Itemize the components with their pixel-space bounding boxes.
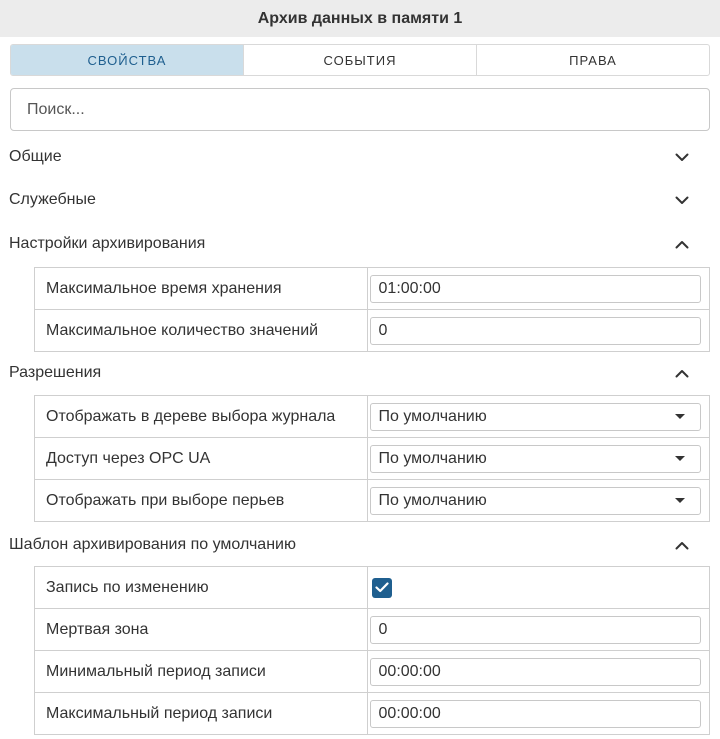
section-archiving-header[interactable]: Настройки архивирования bbox=[0, 229, 720, 259]
property-row: Минимальный период записи bbox=[35, 651, 710, 693]
property-label: Запись по изменению bbox=[35, 567, 368, 608]
section-general-header[interactable]: Общие bbox=[0, 142, 720, 172]
caret-down-icon bbox=[674, 456, 685, 461]
chevron-down-icon[interactable] bbox=[674, 149, 690, 165]
property-label: Отображать в дереве выбора журнала bbox=[35, 396, 368, 437]
caret-down-icon bbox=[674, 498, 685, 503]
show-in-pen-selection-select[interactable]: По умолчанию bbox=[369, 486, 701, 515]
max-values-count-field[interactable] bbox=[369, 316, 701, 345]
property-label: Максимальное количество значений bbox=[35, 310, 368, 351]
template-properties-grid: Запись по изменению Мертвая зона Минимал… bbox=[34, 566, 710, 735]
section-archiving-title: Настройки архивирования bbox=[9, 235, 206, 252]
search-input[interactable] bbox=[10, 88, 710, 131]
show-in-journal-tree-select[interactable]: По умолчанию bbox=[369, 402, 701, 431]
deadband-field[interactable] bbox=[369, 615, 701, 644]
section-template-title: Шаблон архивирования по умолчанию bbox=[9, 536, 296, 553]
chevron-down-icon[interactable] bbox=[674, 192, 690, 208]
max-record-period-field[interactable] bbox=[369, 699, 701, 728]
property-label: Отображать при выборе перьев bbox=[35, 480, 368, 521]
property-label: Максимальное время хранения bbox=[35, 268, 368, 309]
record-on-change-checkbox[interactable] bbox=[371, 577, 392, 598]
section-service-title: Служебные bbox=[9, 191, 96, 208]
property-row: Запись по изменению bbox=[35, 567, 710, 609]
property-row: Отображать при выборе перьев По умолчани… bbox=[35, 480, 710, 522]
section-service-header[interactable]: Служебные bbox=[0, 185, 720, 215]
property-row: Максимальный период записи bbox=[35, 693, 710, 735]
chevron-up-icon[interactable] bbox=[674, 537, 690, 553]
max-storage-time-field[interactable] bbox=[369, 274, 701, 303]
select-value: По умолчанию bbox=[378, 449, 487, 467]
chevron-up-icon[interactable] bbox=[674, 365, 690, 381]
opc-ua-access-select[interactable]: По умолчанию bbox=[369, 444, 701, 473]
tab-bar: СВОЙСТВА СОБЫТИЯ ПРАВА bbox=[10, 44, 710, 76]
property-row: Максимальное количество значений bbox=[35, 310, 710, 352]
property-label: Доступ через OPC UA bbox=[35, 438, 368, 479]
section-permissions-header[interactable]: Разрешения bbox=[0, 358, 720, 388]
property-row: Отображать в дереве выбора журнала По ум… bbox=[35, 396, 710, 438]
section-template-header[interactable]: Шаблон архивирования по умолчанию bbox=[0, 530, 720, 560]
property-label: Минимальный период записи bbox=[35, 651, 368, 692]
property-label: Максимальный период записи bbox=[35, 693, 368, 734]
property-label: Мертвая зона bbox=[35, 609, 368, 650]
property-row: Мертвая зона bbox=[35, 609, 710, 651]
tab-events[interactable]: СОБЫТИЯ bbox=[244, 45, 477, 75]
section-general-title: Общие bbox=[9, 148, 62, 165]
caret-down-icon bbox=[674, 414, 685, 419]
archiving-properties-grid: Максимальное время хранения Максимальное… bbox=[34, 267, 710, 352]
checkmark-icon bbox=[374, 582, 389, 593]
window-title: Архив данных в памяти 1 bbox=[0, 0, 720, 37]
select-value: По умолчанию bbox=[378, 491, 487, 509]
property-row: Максимальное время хранения bbox=[35, 268, 710, 310]
chevron-up-icon[interactable] bbox=[674, 236, 690, 252]
tab-rights[interactable]: ПРАВА bbox=[477, 45, 709, 75]
tab-properties[interactable]: СВОЙСТВА bbox=[11, 45, 244, 75]
property-row: Доступ через OPC UA По умолчанию bbox=[35, 438, 710, 480]
section-permissions-title: Разрешения bbox=[9, 364, 102, 381]
permissions-properties-grid: Отображать в дереве выбора журнала По ум… bbox=[34, 395, 710, 522]
select-value: По умолчанию bbox=[378, 407, 487, 425]
min-record-period-field[interactable] bbox=[369, 657, 701, 686]
